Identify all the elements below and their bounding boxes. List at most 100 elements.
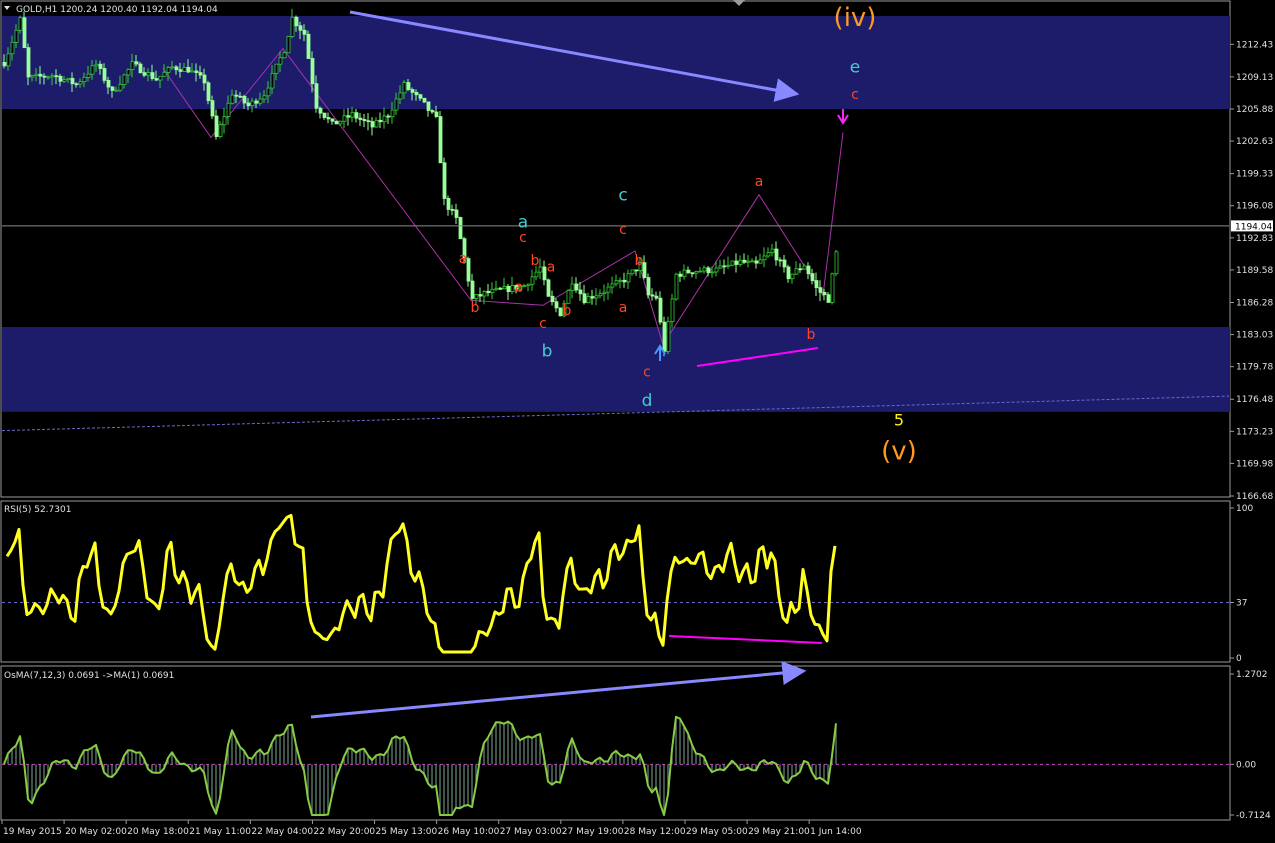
candle-body bbox=[122, 74, 127, 85]
candle-body bbox=[230, 94, 235, 104]
candle-body bbox=[154, 78, 159, 81]
candle-body bbox=[346, 115, 351, 118]
time-tick-label: 28 May 12:00 bbox=[624, 827, 686, 837]
candle-body bbox=[666, 321, 671, 352]
candle-body bbox=[486, 290, 491, 294]
candle-body bbox=[222, 116, 227, 126]
candle-body bbox=[826, 294, 831, 303]
candle-body bbox=[386, 115, 391, 118]
candle-body bbox=[630, 269, 635, 275]
candle-body bbox=[258, 98, 263, 104]
candle-body bbox=[594, 295, 599, 299]
candle-body bbox=[610, 283, 615, 288]
time-tick-label: 26 May 10:00 bbox=[438, 827, 500, 837]
candle-body bbox=[382, 115, 387, 123]
candle-body bbox=[310, 58, 315, 85]
candle-body bbox=[94, 63, 99, 67]
candle-body bbox=[662, 321, 667, 352]
axis-tick-label: 0 bbox=[1236, 654, 1242, 664]
candle-body bbox=[686, 269, 691, 274]
candle-body bbox=[334, 120, 339, 125]
time-tick-label: 1 Jun 14:00 bbox=[810, 827, 862, 837]
candle-body bbox=[246, 102, 251, 107]
candle-body bbox=[590, 296, 595, 299]
candle-body bbox=[542, 266, 547, 281]
candle-body bbox=[442, 162, 447, 199]
candle-body bbox=[214, 115, 219, 137]
candle-body bbox=[126, 69, 131, 76]
axis-tick-label: 37 bbox=[1236, 599, 1247, 609]
candle-body bbox=[606, 286, 611, 293]
candle-body bbox=[602, 291, 607, 294]
candle-body bbox=[218, 124, 223, 137]
candle-body bbox=[226, 102, 231, 117]
candle-body bbox=[118, 84, 123, 91]
candle-body bbox=[754, 260, 759, 264]
candle-body bbox=[2, 62, 7, 67]
axis-tick-label: 1.2702 bbox=[1236, 670, 1268, 680]
candle-body bbox=[34, 73, 39, 76]
current-price-marker: 1194.04 bbox=[1231, 220, 1273, 232]
candle-body bbox=[498, 287, 503, 290]
chart-canvas: (iv)ecaccaca b aabbcb abcdb5(v) GOLD,H1 120… bbox=[0, 0, 1273, 837]
osma-pane: OsMA(7,12,3) 0.0691 ->MA(1) 0.0691 1.270… bbox=[0, 661, 1271, 821]
axis-tick-label: 100 bbox=[1236, 504, 1253, 514]
candle-body bbox=[250, 100, 255, 107]
candle-body bbox=[282, 52, 287, 59]
time-tick-label: 25 May 13:00 bbox=[376, 827, 438, 837]
axis-tick-label: 0.00 bbox=[1236, 760, 1256, 770]
axis-tick-label: 1202.63 bbox=[1236, 137, 1273, 147]
candle-body bbox=[690, 272, 695, 275]
candle-body bbox=[22, 17, 27, 49]
axis-tick-label: 1192.83 bbox=[1236, 234, 1273, 244]
price-zone bbox=[2, 326, 1230, 412]
candle-body bbox=[522, 285, 527, 288]
candle-body bbox=[162, 71, 167, 77]
wave-label: b bbox=[807, 327, 816, 343]
candle-body bbox=[266, 87, 271, 97]
candle-body bbox=[694, 271, 699, 274]
axis-tick-label: 1169.98 bbox=[1236, 459, 1273, 469]
axis-tick-label: 1186.28 bbox=[1236, 298, 1273, 308]
candle-body bbox=[150, 72, 155, 79]
candle-body bbox=[362, 119, 367, 122]
rsi-axis: 100 37 0 bbox=[1230, 504, 1253, 664]
candle-body bbox=[426, 101, 431, 111]
wave-label: a bbox=[619, 300, 628, 316]
candle-body bbox=[494, 287, 499, 290]
candle-body bbox=[418, 94, 423, 99]
candle-body bbox=[58, 75, 63, 82]
wave-label: c bbox=[619, 222, 627, 238]
axis-tick-label: 1166.68 bbox=[1236, 492, 1273, 502]
candle-body bbox=[702, 267, 707, 272]
candle-body bbox=[586, 296, 591, 304]
wave-label: b bbox=[471, 300, 480, 316]
candle-body bbox=[618, 279, 623, 282]
candle-body bbox=[746, 260, 751, 263]
time-tick-label: 20 May 18:00 bbox=[127, 827, 189, 837]
candle-body bbox=[30, 75, 35, 78]
candle-body bbox=[762, 255, 767, 261]
wave-label: b bbox=[563, 303, 572, 319]
wave-label: 5 bbox=[894, 411, 904, 430]
rsi-pane: RSI(5) 52.7301 100 37 0 bbox=[0, 500, 1253, 664]
wave-label: c bbox=[519, 230, 527, 246]
wave-label: (v) bbox=[881, 436, 917, 466]
candle-body bbox=[354, 112, 359, 119]
candle-body bbox=[206, 82, 211, 102]
candle-body bbox=[766, 252, 771, 257]
candle-body bbox=[38, 73, 43, 77]
candle-body bbox=[106, 80, 111, 88]
candle-body bbox=[506, 285, 511, 293]
candle-body bbox=[458, 217, 463, 240]
candle-body bbox=[422, 97, 427, 103]
candle-body bbox=[654, 295, 659, 299]
candle-body bbox=[678, 273, 683, 277]
axis-tick-label: 1196.08 bbox=[1236, 202, 1273, 212]
candle-body bbox=[318, 107, 323, 114]
candle-body bbox=[138, 63, 143, 74]
wave-label: b bbox=[531, 253, 540, 269]
candle-body bbox=[134, 61, 139, 65]
rsi-pane-title: RSI(5) 52.7301 bbox=[4, 505, 71, 515]
candle-body bbox=[526, 283, 531, 287]
